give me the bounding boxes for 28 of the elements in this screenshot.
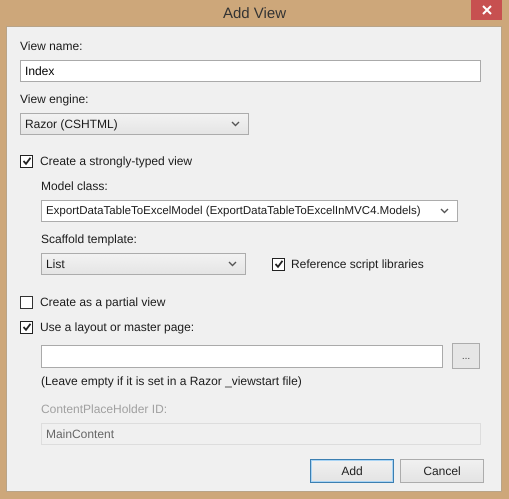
browse-button[interactable]: ... <box>452 343 480 369</box>
chevron-down-icon <box>440 208 449 214</box>
field-label: Model class: <box>41 178 108 194</box>
checkbox-label: Create a strongly-typed view <box>40 154 192 168</box>
checkbox[interactable] <box>272 258 285 270</box>
layout-path-field[interactable] <box>41 344 443 368</box>
field-label: View engine: <box>20 91 88 107</box>
dialog-button[interactable]: Cancel <box>400 459 484 483</box>
field-label: ContentPlaceHolder ID: <box>41 401 168 417</box>
chevron-down-icon <box>228 261 237 267</box>
checkbox[interactable] <box>20 154 33 168</box>
dialog-button[interactable]: Add <box>310 459 394 483</box>
window-title: Add View <box>222 4 286 22</box>
checkbox[interactable] <box>20 320 33 334</box>
model-class-dropdown[interactable]: ExportDataTableToExcelModel (ExportDataTableToExcelInMVC4.Models) <box>41 200 458 222</box>
checkbox-label: Use a layout or master page: <box>40 320 194 334</box>
checkbox[interactable] <box>20 296 33 308</box>
checkbox-label: Create as a partial view <box>40 295 166 309</box>
chevron-down-icon <box>231 121 240 127</box>
view-name-field[interactable]: Index <box>20 60 481 82</box>
field-label: Scaffold template: <box>41 231 137 247</box>
checkbox-label: Reference script libraries <box>291 257 424 271</box>
close-button[interactable] <box>471 0 502 20</box>
view-engine-dropdown[interactable]: Razor (CSHTML) <box>20 113 249 135</box>
field-label: View name: <box>20 38 82 54</box>
close-icon <box>482 5 492 15</box>
hint-text: (Leave empty if it is set in a Razor _viewstart file) <box>41 373 302 389</box>
scaffold-template-dropdown[interactable]: List <box>41 253 246 275</box>
